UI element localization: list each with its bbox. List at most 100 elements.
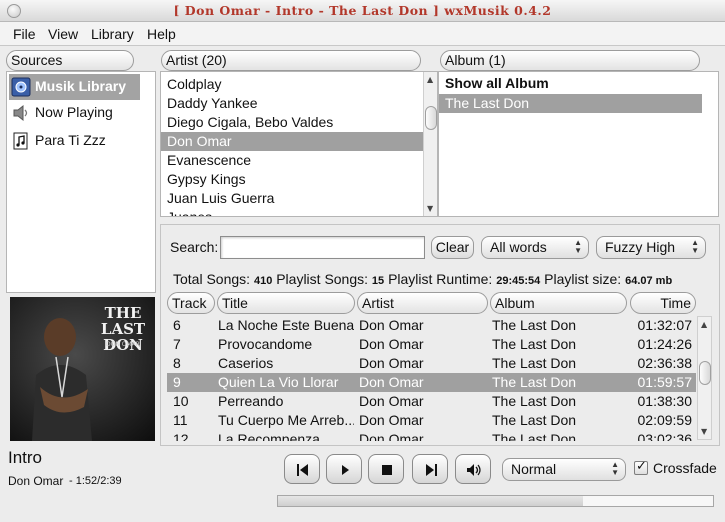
table-row[interactable]: 10 Perreando Don Omar The Last Don 01:38…	[167, 392, 696, 411]
cell-album: The Last Don	[492, 431, 577, 441]
list-item[interactable]: Coldplay	[161, 75, 423, 94]
table-row[interactable]: 11 Tu Cuerpo Me Arreb... Don Omar The La…	[167, 411, 696, 430]
cell-time: 01:38:30	[637, 393, 693, 409]
cell-time: 01:24:26	[637, 336, 693, 352]
list-item[interactable]: Diego Cigala, Bebo Valdes	[161, 113, 423, 132]
cell-album: The Last Don	[492, 336, 577, 352]
now-playing-position: - 1:52/2:39	[69, 475, 122, 487]
source-para-ti-zzz[interactable]: Para Ti Zzz	[9, 128, 140, 154]
now-playing-title: Intro	[8, 448, 43, 467]
cell-track: 6	[173, 317, 181, 333]
stop-button[interactable]	[368, 454, 404, 484]
source-musik-library[interactable]: Musik Library	[9, 74, 140, 100]
cell-time: 01:32:07	[637, 317, 693, 333]
menu-file[interactable]: File	[13, 26, 36, 42]
play-mode-select[interactable]: Normal ▲ ▼	[502, 458, 626, 481]
table-row-selected[interactable]: 9 Quien La Vio Llorar Don Omar The Last …	[167, 373, 696, 392]
previous-button[interactable]	[284, 454, 320, 484]
cell-time: 02:09:59	[637, 412, 693, 428]
column-header-artist[interactable]: Artist	[357, 292, 488, 314]
column-header-album[interactable]: Album	[490, 292, 627, 314]
cell-artist: Don Omar	[359, 374, 424, 390]
cell-title: La Recompenza	[218, 431, 320, 441]
list-item[interactable]: Evanescence	[161, 151, 423, 170]
play-icon	[342, 465, 349, 475]
cell-track: 12	[173, 431, 189, 441]
show-all-album[interactable]: Show all Album	[439, 74, 704, 93]
window-title: [ Don Omar - Intro - The Last Don ] wxMu…	[173, 3, 552, 18]
next-button[interactable]	[412, 454, 448, 484]
menu-view[interactable]: View	[48, 26, 78, 42]
checkmark-icon: ✓	[636, 459, 647, 474]
playback-progress[interactable]	[277, 495, 714, 507]
list-item[interactable]: Juanes	[161, 208, 423, 216]
source-label: Musik Library	[35, 78, 127, 94]
cell-track: 8	[173, 355, 181, 371]
cell-artist: Don Omar	[359, 336, 424, 352]
artist-scrollbar[interactable]: ▲ ▼	[423, 72, 437, 216]
list-item[interactable]: Juan Luis Guerra	[161, 189, 423, 208]
cell-album: The Last Don	[492, 374, 577, 390]
scroll-down-icon[interactable]: ▼	[427, 204, 433, 213]
artist-header[interactable]: Artist (20)	[161, 50, 421, 71]
list-item[interactable]: Daddy Yankee	[161, 94, 423, 113]
column-header-time[interactable]: Time	[630, 292, 696, 314]
table-row[interactable]: 6 La Noche Este Buena Don Omar The Last …	[167, 316, 696, 335]
cell-title: La Noche Este Buena	[218, 317, 354, 333]
album-list: Show all Album The Last Don	[438, 71, 719, 217]
menu-help[interactable]: Help	[147, 26, 176, 42]
sources-header[interactable]: Sources	[6, 50, 134, 71]
album-art: THE LAST DON DON OMAR	[10, 297, 155, 441]
album-art-artist: DON OMAR	[106, 341, 140, 348]
cell-time: 01:59:57	[637, 374, 693, 390]
table-row[interactable]: 8 Caserios Don Omar The Last Don 02:36:3…	[167, 354, 696, 373]
table-row[interactable]: 12 La Recompenza Don Omar The Last Don 0…	[167, 430, 696, 441]
menu-library[interactable]: Library	[91, 26, 134, 42]
cell-artist: Don Omar	[359, 355, 424, 371]
track-table-body: 6 La Noche Este Buena Don Omar The Last …	[160, 316, 705, 441]
album-header[interactable]: Album (1)	[440, 50, 700, 71]
cell-album: The Last Don	[492, 412, 577, 428]
stop-icon	[382, 465, 392, 475]
cell-album: The Last Don	[492, 355, 577, 371]
volume-button[interactable]	[455, 454, 491, 484]
scroll-up-icon[interactable]: ▲	[701, 320, 707, 329]
list-item[interactable]: Gypsy Kings	[161, 170, 423, 189]
cell-artist: Don Omar	[359, 393, 424, 409]
cell-title: Provocandome	[218, 336, 313, 352]
now-playing-artist: Don Omar	[8, 474, 64, 488]
tracks-scrollbar[interactable]: ▲ ▼	[697, 316, 712, 440]
sources-panel: Musik Library Now Playing Para Ti Zzz	[6, 71, 156, 293]
volume-icon	[467, 464, 481, 476]
previous-icon	[297, 464, 308, 476]
speaker-icon	[13, 104, 28, 122]
playlist-note-icon	[13, 132, 28, 150]
cell-artist: Don Omar	[359, 317, 424, 333]
cell-album: The Last Don	[492, 393, 577, 409]
cell-artist: Don Omar	[359, 431, 424, 441]
cell-title: Tu Cuerpo Me Arreb...	[218, 412, 354, 428]
list-item-selected[interactable]: Don Omar	[161, 132, 423, 151]
play-button[interactable]	[326, 454, 362, 484]
scroll-up-icon[interactable]: ▲	[427, 75, 433, 84]
column-header-title[interactable]: Title	[217, 292, 355, 314]
source-now-playing[interactable]: Now Playing	[9, 100, 140, 126]
source-label: Now Playing	[35, 104, 113, 120]
table-row[interactable]: 7 Provocandome Don Omar The Last Don 01:…	[167, 335, 696, 354]
list-item-selected[interactable]: The Last Don	[439, 94, 702, 113]
crossfade-label: Crossfade	[653, 460, 717, 476]
next-icon	[426, 464, 437, 476]
cell-time: 02:36:38	[637, 355, 693, 371]
crossfade-checkbox[interactable]: ✓	[634, 459, 648, 475]
cell-track: 11	[173, 412, 188, 428]
artist-list: Coldplay Daddy Yankee Diego Cigala, Bebo…	[160, 71, 438, 217]
scroll-thumb[interactable]	[699, 361, 711, 385]
cell-track: 9	[173, 374, 181, 390]
cell-title: Caserios	[218, 355, 274, 371]
library-icon	[11, 77, 31, 97]
column-header-track[interactable]: Track	[167, 292, 215, 314]
cell-track: 7	[173, 336, 181, 352]
scroll-thumb[interactable]	[425, 106, 437, 130]
scroll-down-icon[interactable]: ▼	[701, 427, 707, 436]
cell-title: Quien La Vio Llorar	[218, 374, 339, 390]
